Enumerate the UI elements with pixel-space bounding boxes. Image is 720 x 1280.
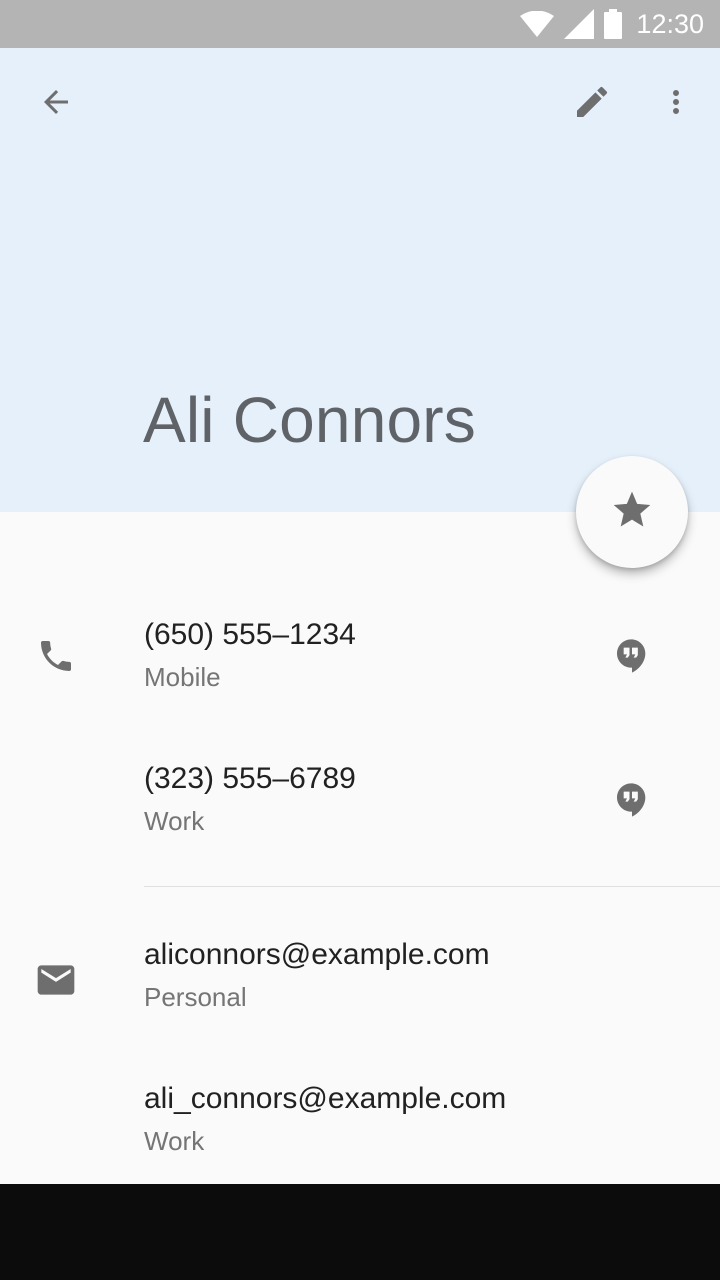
phone-number: (323) 555–6789 <box>144 762 356 795</box>
hangouts-icon[interactable] <box>608 632 656 680</box>
more-vert-icon <box>658 84 694 124</box>
phone-type: Work <box>144 806 205 836</box>
edit-icon <box>572 82 612 126</box>
contact-detail-screen: 12:30 Ali Connors (650) 555–1234 Mobile … <box>0 0 720 1280</box>
contact-details: (650) 555–1234 Mobile (323) 555–6789 Wor… <box>0 512 720 1184</box>
email-type: Personal <box>144 982 247 1012</box>
hangouts-icon[interactable] <box>608 776 656 824</box>
phone-number: (650) 555–1234 <box>144 618 356 651</box>
email-address: aliconnors@example.com <box>144 938 490 971</box>
edit-button[interactable] <box>564 76 620 132</box>
status-time: 12:30 <box>636 8 704 39</box>
star-icon <box>610 488 654 536</box>
arrow-back-icon <box>38 84 74 124</box>
email-row[interactable]: aliconnors@example.com Personal <box>0 916 720 1036</box>
phone-type: Mobile <box>144 662 221 692</box>
email-address: ali_connors@example.com <box>144 1082 507 1115</box>
section-divider <box>144 886 720 887</box>
email-row[interactable]: ali_connors@example.com Work <box>0 1060 720 1180</box>
battery-icon <box>604 9 623 39</box>
status-bar: 12:30 <box>0 0 720 48</box>
phone-icon <box>32 632 80 680</box>
contact-name: Ali Connors <box>143 384 477 456</box>
email-icon <box>32 956 80 1004</box>
favorite-button[interactable] <box>576 456 688 568</box>
wifi-icon <box>520 11 555 37</box>
back-button[interactable] <box>28 76 84 132</box>
phone-row[interactable]: (323) 555–6789 Work <box>0 740 720 860</box>
phone-row[interactable]: (650) 555–1234 Mobile <box>0 596 720 716</box>
navigation-bar <box>0 1184 720 1280</box>
email-type: Work <box>144 1126 205 1156</box>
more-options-button[interactable] <box>648 76 704 132</box>
contact-header: Ali Connors <box>0 48 720 512</box>
signal-icon <box>564 9 595 39</box>
